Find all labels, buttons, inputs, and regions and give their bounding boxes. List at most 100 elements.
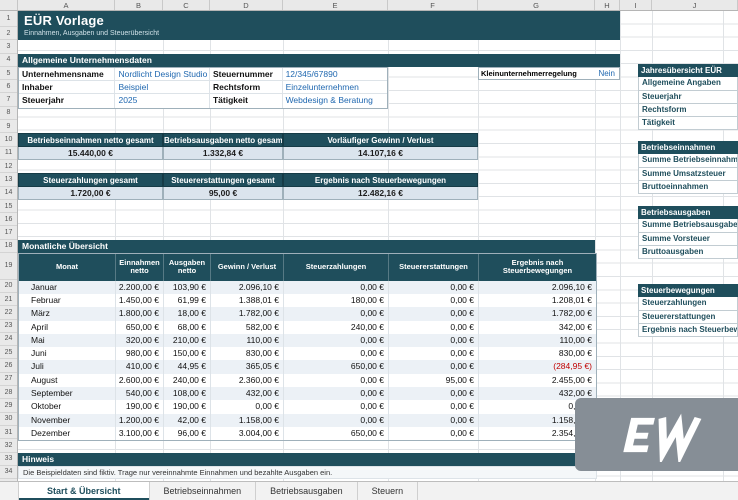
cell-einnahmen[interactable]: 980,00 € (116, 347, 164, 361)
cell-ausgaben[interactable]: 44,95 € (164, 360, 211, 374)
cell-zahlungen[interactable]: 0,00 € (284, 280, 389, 294)
cell-ergebnis-negative[interactable]: (284,95 €) (479, 360, 596, 373)
cell-erstattungen[interactable]: 0,00 € (389, 307, 479, 321)
row-header-cell[interactable]: 30 (0, 413, 17, 426)
cell-erstattungen[interactable]: 0,00 € (389, 347, 479, 361)
column-header-cell[interactable]: H (595, 0, 620, 10)
row-header-cell[interactable]: 23 (0, 320, 17, 333)
cell-ergebnis[interactable]: 342,00 € (479, 321, 596, 334)
nav-link-summe-umsatzsteuer[interactable]: Summe Umsatzsteuer (638, 167, 738, 181)
cell-ausgaben[interactable]: 210,00 € (164, 333, 211, 348)
nav-link-ergebnis-nach-steuern[interactable]: Ergebnis nach Steuerbewegungen (638, 323, 738, 338)
tab-start-uebersicht[interactable]: Start & Übersicht (18, 482, 150, 500)
cell-monat[interactable]: September (19, 387, 116, 401)
cell-ausgaben[interactable]: 61,99 € (164, 293, 211, 308)
cell-ergebnis[interactable]: 1.208,01 € (479, 294, 596, 307)
cell-zahlungen[interactable]: 0,00 € (284, 373, 389, 388)
row-header-cell[interactable]: 15 (0, 200, 17, 214)
row-header-cell[interactable]: 2 (0, 27, 17, 41)
row-header-cell[interactable]: 19 (0, 253, 17, 280)
company-name-field[interactable]: Nordlicht Design Studio (115, 67, 210, 82)
cell-monat[interactable]: Februar (19, 293, 116, 308)
cell-ergebnis[interactable]: 1.782,00 € (479, 307, 596, 320)
row-header-cell[interactable]: 14 (0, 187, 17, 200)
cell-ausgaben[interactable]: 96,00 € (164, 426, 211, 441)
nav-link-summe-betriebseinnahmen[interactable]: Summe Betriebseinnahmen (638, 154, 738, 168)
nav-link-taetigkeit[interactable]: Tätigkeit (638, 117, 738, 131)
cell-ergebnis[interactable]: 2.455,00 € (479, 374, 596, 387)
cell-ausgaben[interactable]: 68,00 € (164, 320, 211, 334)
cell-zahlungen[interactable]: 650,00 € (284, 360, 389, 374)
cell-zahlungen[interactable]: 0,00 € (284, 347, 389, 361)
column-header-cell[interactable]: E (283, 0, 388, 10)
column-header-cell[interactable]: D (210, 0, 283, 10)
cell-erstattungen[interactable]: 0,00 € (389, 280, 479, 294)
column-header-cell[interactable]: G (478, 0, 595, 10)
total-expense-value[interactable]: 1.332,84 € (163, 146, 283, 160)
row-header-cell[interactable]: 26 (0, 359, 17, 373)
cell-zahlungen[interactable]: 0,00 € (284, 333, 389, 348)
row-header-cell[interactable]: 9 (0, 120, 17, 134)
cell-monat[interactable]: November (19, 413, 116, 427)
row-header-cell[interactable]: 7 (0, 93, 17, 107)
cell-monat[interactable]: Oktober (19, 400, 116, 414)
cell-einnahmen[interactable]: 1.450,00 € (116, 293, 164, 308)
cell-einnahmen[interactable]: 1.200,00 € (116, 413, 164, 427)
column-header-cell[interactable]: A (18, 0, 115, 10)
row-header-cell[interactable]: 12 (0, 160, 17, 174)
row-header-cell[interactable]: 29 (0, 399, 17, 413)
cell-monat[interactable]: Juli (19, 360, 116, 374)
nav-link-summe-vorsteuer[interactable]: Summe Vorsteuer (638, 232, 738, 246)
row-header-cell[interactable]: 17 (0, 226, 17, 240)
cell-erstattungen[interactable]: 0,00 € (389, 400, 479, 414)
cell-einnahmen[interactable]: 650,00 € (116, 320, 164, 334)
cell-gewinn[interactable]: 2.360,00 € (211, 373, 284, 388)
cell-einnahmen[interactable]: 320,00 € (116, 333, 164, 348)
activity-field[interactable]: Webdesign & Beratung (283, 94, 387, 107)
cell-ausgaben[interactable]: 42,00 € (164, 413, 211, 427)
cell-monat[interactable]: April (19, 320, 116, 334)
cell-ausgaben[interactable]: 108,00 € (164, 387, 211, 401)
cell-monat[interactable]: März (19, 307, 116, 321)
row-header-cell[interactable]: 24 (0, 333, 17, 347)
cell-einnahmen[interactable]: 1.800,00 € (116, 307, 164, 321)
column-header-cell[interactable]: I (620, 0, 652, 10)
cell-gewinn[interactable]: 2.096,10 € (211, 280, 284, 294)
cell-einnahmen[interactable]: 3.100,00 € (116, 426, 164, 441)
row-header-cell[interactable]: 5 (0, 67, 17, 81)
cell-monat[interactable]: Dezember (19, 426, 116, 441)
nav-link-rechtsform[interactable]: Rechtsform (638, 103, 738, 118)
cell-erstattungen[interactable]: 0,00 € (389, 387, 479, 401)
tab-betriebsausgaben[interactable]: Betriebsausgaben (256, 482, 358, 500)
row-header-cell[interactable]: 33 (0, 453, 17, 466)
nav-link-summe-betriebsausgaben[interactable]: Summe Betriebsausgaben (638, 219, 738, 233)
row-header-cell[interactable]: 8 (0, 107, 17, 121)
cell-gewinn[interactable]: 365,05 € (211, 360, 284, 374)
total-income-value[interactable]: 15.440,00 € (18, 146, 163, 160)
row-header-cell[interactable]: 25 (0, 346, 17, 360)
cell-gewinn[interactable]: 432,00 € (211, 387, 284, 401)
cell-erstattungen[interactable]: 95,00 € (389, 373, 479, 388)
tax-year-field[interactable]: 2025 (115, 94, 210, 108)
nav-link-allgemeine-angaben[interactable]: Allgemeine Angaben (638, 77, 738, 91)
cell-zahlungen[interactable]: 0,00 € (284, 400, 389, 414)
preliminary-profit-value[interactable]: 14.107,16 € (283, 146, 478, 160)
cell-ausgaben[interactable]: 18,00 € (164, 307, 211, 321)
owner-field[interactable]: Beispiel (115, 81, 210, 95)
cell-erstattungen[interactable]: 0,00 € (389, 293, 479, 308)
cell-gewinn[interactable]: 1.388,01 € (211, 293, 284, 308)
cell-zahlungen[interactable]: 650,00 € (284, 426, 389, 441)
row-header-cell[interactable]: 21 (0, 293, 17, 307)
cell-gewinn[interactable]: 1.782,00 € (211, 307, 284, 321)
row-header-cell[interactable]: 31 (0, 426, 17, 440)
cell-gewinn[interactable]: 1.158,00 € (211, 413, 284, 427)
cell-gewinn[interactable]: 830,00 € (211, 347, 284, 361)
cell-einnahmen[interactable]: 190,00 € (116, 400, 164, 414)
column-header-cell[interactable]: B (115, 0, 163, 10)
column-header-cell[interactable]: F (388, 0, 478, 10)
cell-einnahmen[interactable]: 410,00 € (116, 360, 164, 374)
tab-betriebseinnahmen[interactable]: Betriebseinnahmen (150, 482, 257, 500)
cell-einnahmen[interactable]: 540,00 € (116, 387, 164, 401)
tax-payments-value[interactable]: 1.720,00 € (18, 186, 163, 200)
row-header-cell[interactable]: 16 (0, 213, 17, 227)
